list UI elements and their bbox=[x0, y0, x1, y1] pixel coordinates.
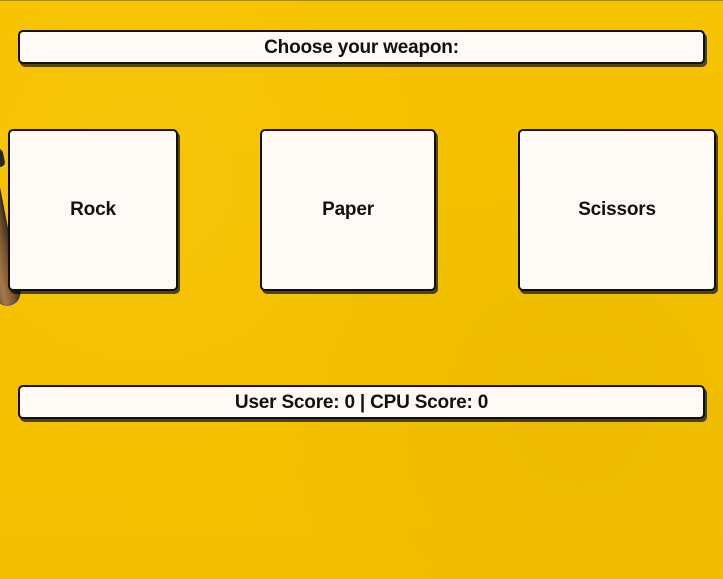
rock-label: Rock bbox=[70, 199, 116, 220]
prompt-banner: Choose your weapon: bbox=[18, 30, 705, 64]
rock-button[interactable]: Rock bbox=[8, 129, 178, 291]
top-edge bbox=[0, 0, 723, 1]
scissors-label: Scissors bbox=[578, 199, 656, 220]
score-text: User Score: 0 | CPU Score: 0 bbox=[234, 391, 489, 413]
paper-label: Paper bbox=[322, 199, 374, 220]
paper-button[interactable]: Paper bbox=[260, 129, 436, 291]
score-banner: User Score: 0 | CPU Score: 0 bbox=[18, 385, 705, 419]
scissors-button[interactable]: Scissors bbox=[518, 129, 716, 291]
prompt-text: Choose your weapon: bbox=[264, 36, 459, 58]
